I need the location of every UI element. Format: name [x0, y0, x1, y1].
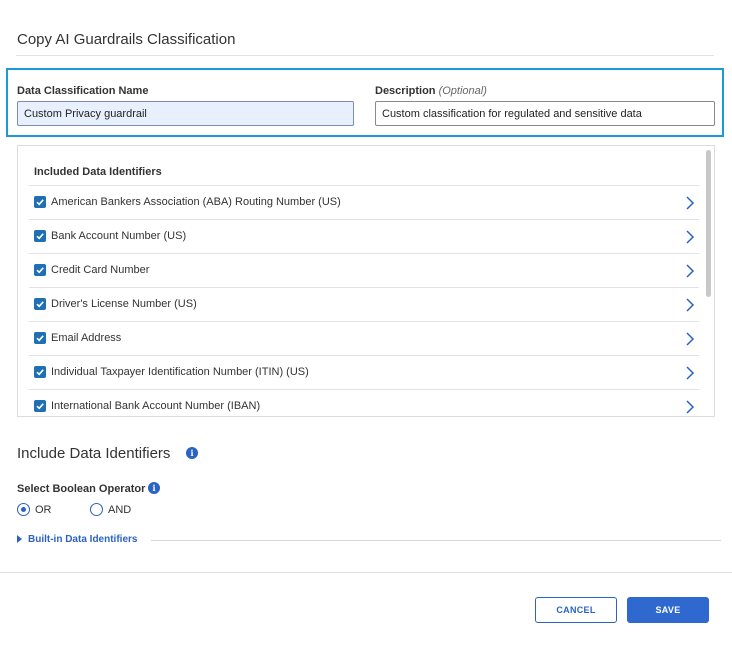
identifier-checkbox[interactable] [34, 400, 46, 412]
include-section-title: Include Data Identifiers [17, 445, 171, 462]
checkmark-icon [36, 267, 44, 274]
identifier-checkbox[interactable] [34, 230, 46, 242]
builtin-identifiers-toggle[interactable]: Built-in Data Identifiers [17, 534, 137, 545]
identifier-checkbox[interactable] [34, 196, 46, 208]
name-label: Data Classification Name [17, 85, 149, 97]
checkmark-icon [36, 301, 44, 308]
footer-divider [0, 572, 732, 573]
identifier-checkbox[interactable] [34, 366, 46, 378]
included-identifiers-list: American Bankers Association (ABA) Routi… [29, 185, 699, 416]
save-button[interactable]: SAVE [627, 597, 709, 623]
identifier-row[interactable]: Individual Taxpayer Identification Numbe… [29, 355, 699, 389]
identifier-checkbox[interactable] [34, 332, 46, 344]
classification-name-input[interactable] [17, 101, 354, 126]
description-label-text: Description [375, 85, 436, 97]
identifier-label: Individual Taxpayer Identification Numbe… [51, 366, 309, 378]
radio-or[interactable] [17, 503, 30, 516]
info-icon[interactable]: i [186, 447, 198, 459]
chevron-right-icon[interactable] [685, 399, 695, 416]
identifier-row[interactable]: American Bankers Association (ABA) Routi… [29, 185, 699, 219]
identifier-row[interactable]: International Bank Account Number (IBAN) [29, 389, 699, 416]
included-identifiers-header: Included Data Identifiers [34, 166, 162, 178]
identifier-row[interactable]: Email Address [29, 321, 699, 355]
chevron-right-icon[interactable] [685, 263, 695, 284]
operator-info-icon[interactable]: i [148, 482, 160, 494]
description-input[interactable] [375, 101, 715, 126]
radio-or-label: OR [35, 504, 52, 516]
identifier-checkbox[interactable] [34, 298, 46, 310]
identifier-row[interactable]: Bank Account Number (US) [29, 219, 699, 253]
identifier-label: Email Address [51, 332, 122, 344]
identifier-row[interactable]: Driver's License Number (US) [29, 287, 699, 321]
list-scrollbar[interactable] [706, 150, 711, 297]
caret-right-icon [17, 535, 22, 544]
radio-and[interactable] [90, 503, 103, 516]
chevron-right-icon[interactable] [685, 195, 695, 216]
title-divider [16, 55, 714, 56]
description-label: Description (Optional) [375, 85, 487, 97]
dialog-title: Copy AI Guardrails Classification [17, 31, 236, 48]
identifier-label: Bank Account Number (US) [51, 230, 187, 242]
cancel-button[interactable]: CANCEL [535, 597, 617, 623]
chevron-right-icon[interactable] [685, 365, 695, 386]
chevron-right-icon[interactable] [685, 297, 695, 318]
identifier-label: Driver's License Number (US) [51, 298, 197, 310]
identifier-row[interactable]: Credit Card Number [29, 253, 699, 287]
checkmark-icon [36, 369, 44, 376]
builtin-identifiers-label: Built-in Data Identifiers [28, 534, 138, 545]
chevron-right-icon[interactable] [685, 229, 695, 250]
identifier-label: International Bank Account Number (IBAN) [51, 400, 261, 412]
identifier-label: American Bankers Association (ABA) Routi… [51, 196, 341, 208]
boolean-operator-label: Select Boolean Operator [17, 483, 146, 495]
checkmark-icon [36, 403, 44, 410]
chevron-right-icon[interactable] [685, 331, 695, 352]
builtin-divider [151, 540, 721, 541]
checkmark-icon [36, 335, 44, 342]
included-identifiers-panel: Included Data Identifiers American Banke… [17, 145, 715, 417]
identifier-checkbox[interactable] [34, 264, 46, 276]
checkmark-icon [36, 233, 44, 240]
identifier-label: Credit Card Number [51, 264, 150, 276]
optional-hint: (Optional) [438, 85, 487, 97]
checkmark-icon [36, 199, 44, 206]
radio-and-label: AND [108, 504, 132, 516]
